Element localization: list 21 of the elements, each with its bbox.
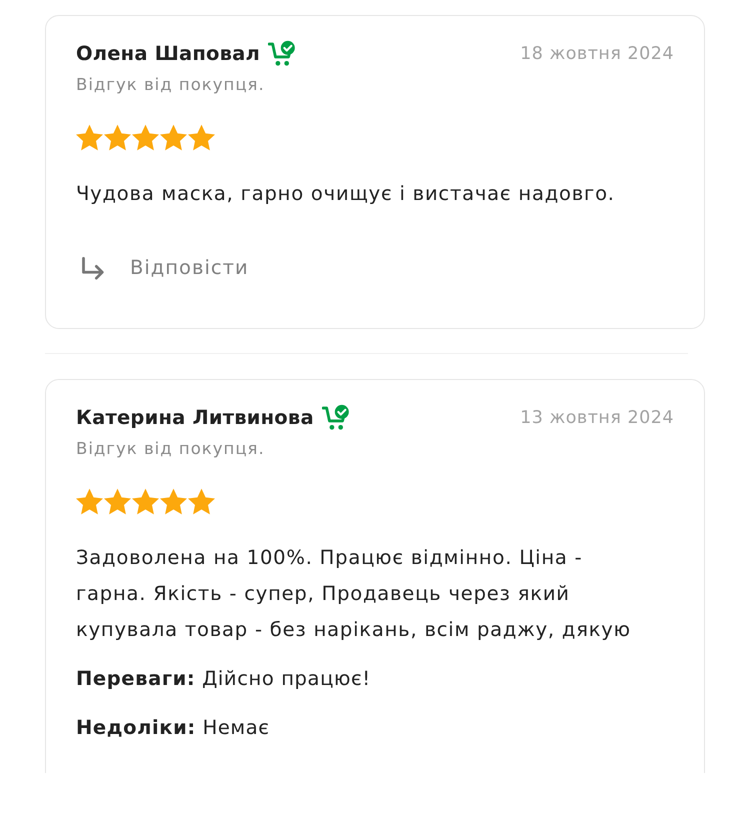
review-detail: Переваги: Дійсно працює!: [76, 666, 372, 692]
review-date: 18 жовтня 2024: [520, 43, 674, 66]
reply-button[interactable]: Відповісти: [76, 252, 249, 284]
star-icon: [160, 488, 187, 515]
review-text: Чудова маска, гарно очищує і вистачає надовго.: [76, 181, 616, 207]
star-icon: [76, 488, 103, 515]
review-text: Задоволена на 100%. Працює відмінно. Ціна - гарна. Якість - супер, Продавець через який купувала товар - без нарікань, всім раджу, дякую: [76, 545, 632, 643]
review-source: Відгук від покупця.: [76, 74, 266, 96]
star-icon: [104, 488, 131, 515]
review-date: 13 жовтня 2024: [520, 407, 674, 430]
star-icon: [132, 488, 159, 515]
star-icon: [160, 124, 187, 151]
star-icon: [132, 124, 159, 151]
reviewer-name: Катерина Литвинова: [76, 405, 314, 431]
star-icon: [188, 124, 215, 151]
star-icon: [188, 488, 215, 515]
star-icon: [76, 124, 103, 151]
review-source: Відгук від покупця.: [76, 438, 266, 460]
review-detail: Недоліки: Немає: [76, 715, 271, 741]
star-icon: [104, 124, 131, 151]
reviewer-name: Олена Шаповал: [76, 41, 260, 67]
